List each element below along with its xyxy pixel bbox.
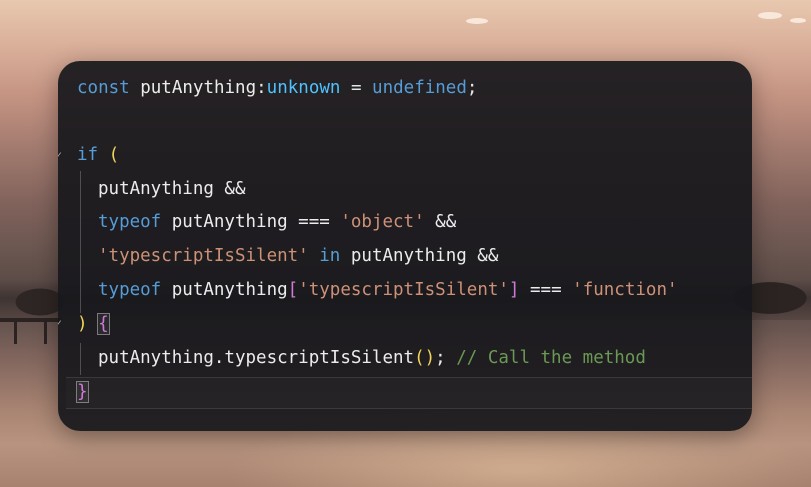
condition-text: putAnything &&: [98, 179, 246, 199]
keyword-typeof: typeof: [98, 280, 162, 300]
keyword-if: if: [77, 145, 99, 165]
keyword-in: in: [319, 246, 341, 266]
code-line-8: ) {: [77, 311, 110, 337]
identifier: putAnything: [129, 78, 257, 98]
indent-guide: [80, 171, 81, 313]
code-line-5: typeof putAnything === 'object' &&: [98, 209, 456, 235]
undefined-literal: undefined: [372, 78, 467, 98]
brace-open: {: [97, 313, 110, 335]
paren-open: (: [108, 145, 120, 165]
code-line-6: 'typescriptIsSilent' in putAnything &&: [98, 243, 498, 269]
background-pier-post: [44, 318, 47, 344]
chevron-fold-icon[interactable]: ⁄: [58, 315, 59, 335]
identifier: putAnything &&: [340, 246, 499, 266]
code-line-1: const putAnything:unknown = undefined;: [77, 75, 477, 101]
code-line-7: typeof putAnything['typescriptIsSilent']…: [98, 277, 678, 303]
string-literal: 'function': [572, 280, 678, 300]
code-line-4: putAnything &&: [98, 176, 246, 202]
brace-close: }: [76, 381, 89, 403]
keyword-const: const: [77, 78, 130, 98]
code-editor-card: ⁄ ⁄ const putAnything:unknown = undefine…: [58, 61, 752, 431]
background-pier: [0, 318, 62, 322]
bracket-open: [: [287, 280, 299, 300]
assign-operator: =: [340, 78, 373, 98]
strict-equals: ===: [519, 280, 573, 300]
semicolon: ;: [466, 78, 478, 98]
indent-guide: [80, 343, 81, 375]
current-line-highlight: [66, 377, 752, 409]
keyword-typeof: typeof: [98, 212, 162, 232]
code-line-9: putAnything.typescriptIsSilent(); // Cal…: [98, 345, 646, 371]
string-literal: 'typescriptIsSilent': [298, 280, 509, 300]
call-parens: (): [414, 348, 436, 368]
background-cloud: [758, 12, 782, 19]
type-colon: :: [256, 78, 267, 98]
code-line-10: }: [76, 379, 89, 405]
background-pier-post: [14, 318, 17, 344]
code-line-3: if (: [77, 142, 119, 168]
background-cloud: [790, 18, 806, 23]
code-comment: // Call the method: [456, 348, 646, 368]
string-literal: 'object': [340, 212, 425, 232]
method-call: putAnything.typescriptIsSilent: [98, 348, 415, 368]
and-operator: &&: [424, 212, 457, 232]
bracket-close: ]: [508, 280, 520, 300]
background-cloud: [466, 18, 488, 24]
chevron-fold-icon[interactable]: ⁄: [58, 147, 59, 167]
string-literal: 'typescriptIsSilent': [98, 246, 309, 266]
identifier: putAnything ===: [161, 212, 341, 232]
identifier: putAnything: [161, 280, 288, 300]
paren-close: ): [77, 314, 88, 334]
type-annotation: unknown: [266, 78, 341, 98]
semicolon: ;: [435, 348, 457, 368]
